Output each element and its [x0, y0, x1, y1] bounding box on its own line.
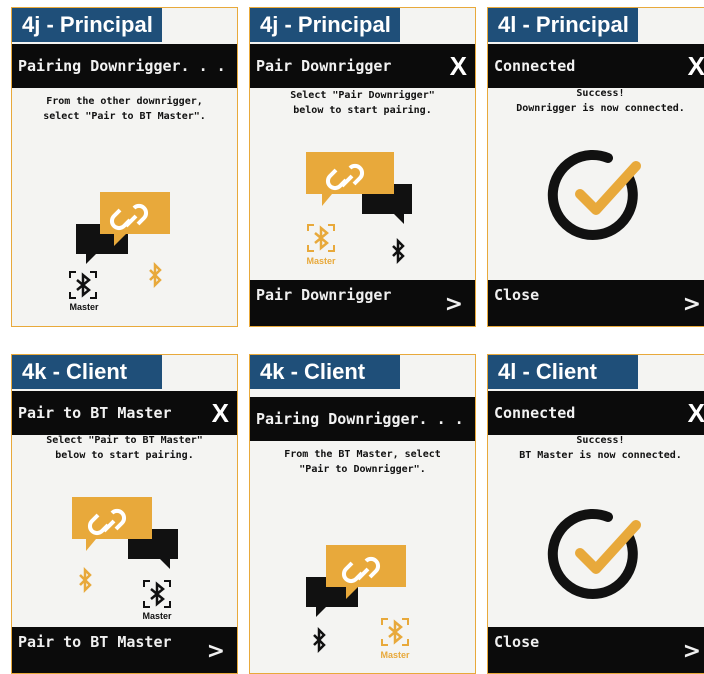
master-label: Master — [380, 650, 410, 660]
screen-title-bar: Pair Downrigger X — [250, 44, 475, 88]
master-label: Master — [142, 611, 172, 621]
instruction-line: "Pair to Downrigger". — [299, 464, 426, 475]
status-line: Success! — [576, 435, 625, 446]
screen-title-bar: Connected X — [488, 391, 704, 435]
panel-tag: 4l - Principal — [488, 8, 638, 42]
status-text: Success! BT Master is now connected. — [492, 433, 704, 463]
button-label: Pair Downrigger — [256, 286, 392, 304]
instruction-text: From the other downrigger, select "Pair … — [16, 94, 233, 124]
master-label: Master — [69, 302, 99, 312]
screen-title: Pair Downrigger — [256, 57, 392, 75]
instruction-text: Select "Pair to BT Master" below to star… — [16, 433, 233, 463]
close-icon[interactable]: X — [688, 391, 704, 435]
bluetooth-master-icon — [307, 224, 335, 252]
instruction-line: From the other downrigger, — [46, 96, 203, 107]
instruction-line: below to start pairing. — [55, 450, 194, 461]
screen-title-bar: Connected X — [488, 44, 704, 88]
screen-title: Pair to BT Master — [18, 404, 172, 422]
bluetooth-icon — [149, 261, 162, 289]
screen-panel-client-connected: 4l - Client Connected X Success! BT Mast… — [487, 354, 704, 674]
panel-tag: 4j - Principal — [250, 8, 400, 42]
bluetooth-master-icon — [381, 618, 409, 646]
screen-panel-client-pairing: 4k - Client Pairing Downrigger. . . From… — [249, 354, 476, 674]
screen-title-bar: Pairing Downrigger. . . — [250, 397, 475, 441]
status-text: Success! Downrigger is now connected. — [492, 86, 704, 116]
panel-tag: 4k - Client — [12, 355, 162, 389]
close-icon[interactable]: X — [212, 391, 229, 435]
screen-title-bar: Pairing Downrigger. . . — [12, 44, 237, 88]
pairing-chat-icon — [72, 497, 178, 569]
chevron-right-icon: > — [206, 639, 225, 664]
bluetooth-icon — [392, 237, 405, 265]
screen-title: Connected — [494, 57, 576, 75]
panel-tag: 4l - Client — [488, 355, 638, 389]
master-label: Master — [306, 256, 336, 266]
pairing-chat-icon — [76, 192, 170, 264]
instruction-line: below to start pairing. — [293, 105, 432, 116]
success-check-icon — [547, 509, 641, 599]
close-button[interactable]: Close > — [488, 280, 704, 326]
screen-title-bar: Pair to BT Master X — [12, 391, 237, 435]
button-label: Close — [494, 633, 540, 651]
screen-panel-principal-pairing: 4j - Principal Pairing Downrigger. . . F… — [11, 7, 238, 327]
bluetooth-master-icon — [69, 271, 97, 299]
screen-panel-principal-connected: 4l - Principal Connected X Success! Down… — [487, 7, 704, 327]
bluetooth-icon — [79, 566, 92, 594]
instruction-line: Select "Pair to BT Master" — [46, 435, 203, 446]
bluetooth-icon — [313, 626, 326, 654]
success-check-icon — [547, 150, 641, 240]
panel-tag: 4k - Client — [250, 355, 400, 389]
status-line: Downrigger is now connected. — [516, 103, 685, 114]
instruction-line: select "Pair to BT Master". — [43, 111, 206, 122]
status-line: Success! — [576, 88, 625, 99]
close-icon[interactable]: X — [688, 44, 704, 88]
chevron-right-icon: > — [682, 639, 701, 664]
bluetooth-master-icon — [143, 580, 171, 608]
screen-panel-principal-pair: 4j - Principal Pair Downrigger X Select … — [249, 7, 476, 327]
pair-to-bt-master-button[interactable]: Pair to BT Master > — [12, 627, 237, 673]
button-label: Pair to BT Master — [18, 633, 172, 651]
chevron-right-icon: > — [444, 292, 463, 317]
instruction-text: Select "Pair Downrigger" below to start … — [254, 88, 471, 118]
pair-downrigger-button[interactable]: Pair Downrigger > — [250, 280, 475, 326]
chevron-right-icon: > — [682, 292, 701, 317]
instruction-line: From the BT Master, select — [284, 449, 441, 460]
screen-title: Pairing Downrigger. . . — [18, 57, 226, 75]
status-line: BT Master is now connected. — [519, 450, 682, 461]
screen-title: Pairing Downrigger. . . — [256, 410, 464, 428]
instruction-line: Select "Pair Downrigger" — [290, 90, 435, 101]
instruction-text: From the BT Master, select "Pair to Down… — [254, 447, 471, 477]
button-label: Close — [494, 286, 540, 304]
pairing-chat-icon — [306, 545, 406, 617]
screen-title: Connected — [494, 404, 576, 422]
screen-panel-client-pair: 4k - Client Pair to BT Master X Select "… — [11, 354, 238, 674]
pairing-chat-icon — [306, 152, 412, 224]
close-button[interactable]: Close > — [488, 627, 704, 673]
panel-tag: 4j - Principal — [12, 8, 162, 42]
close-icon[interactable]: X — [450, 44, 467, 88]
